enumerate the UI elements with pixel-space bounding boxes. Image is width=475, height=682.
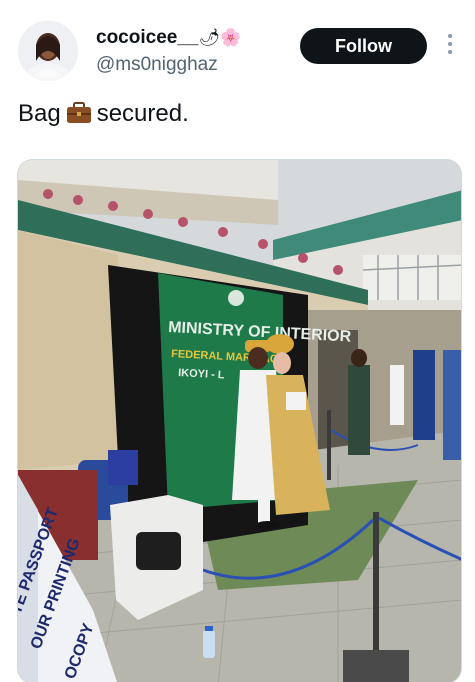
avatar[interactable] [18,21,78,81]
follow-button[interactable]: Follow [300,28,427,64]
signboard-line3: IKOYI - L [178,367,225,381]
user-handle[interactable]: @ms0nigghaz [96,53,241,77]
tweet-header: cocoicee__🌶🌸 @ms0nigghaz Follow [0,0,475,90]
name-emojis: 🌶🌸 [198,28,242,48]
briefcase-icon [66,102,92,124]
tweet-photo[interactable]: MINISTRY OF INTERIOR FEDERAL MARRIAGE IK… [17,159,462,682]
display-name[interactable]: cocoicee__🌶🌸 [96,26,241,50]
more-options-icon[interactable] [445,34,455,58]
tweet-text: Bag secured. [18,100,189,127]
